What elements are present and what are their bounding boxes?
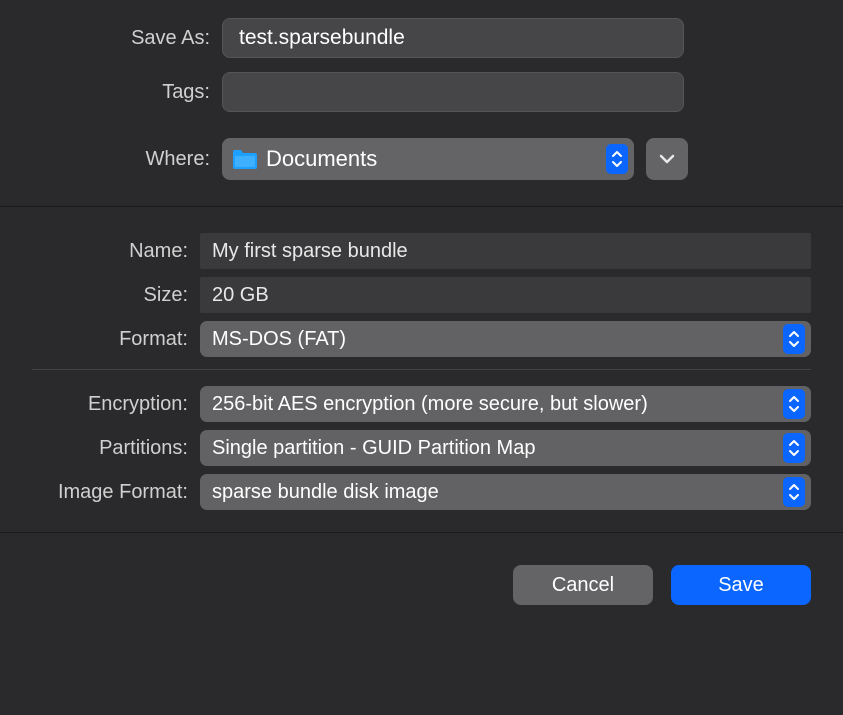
name-label: Name: <box>32 240 200 263</box>
updown-icon <box>783 477 805 507</box>
encryption-label: Encryption: <box>32 393 200 416</box>
format-label: Format: <box>32 328 200 351</box>
chevron-down-icon <box>659 154 675 164</box>
divider <box>32 369 811 370</box>
where-label: Where: <box>32 148 222 171</box>
encryption-select[interactable]: 256-bit AES encryption (more secure, but… <box>200 386 811 422</box>
partitions-select[interactable]: Single partition - GUID Partition Map <box>200 430 811 466</box>
where-value: Documents <box>266 146 606 172</box>
updown-icon <box>783 324 805 354</box>
image-format-value: sparse bundle disk image <box>212 481 783 504</box>
format-select[interactable]: MS-DOS (FAT) <box>200 321 811 357</box>
partitions-label: Partitions: <box>32 437 200 460</box>
image-format-label: Image Format: <box>32 481 200 504</box>
encryption-value: 256-bit AES encryption (more secure, but… <box>212 393 783 416</box>
save-panel-top: Save As: Tags: Where: Documents <box>0 0 843 206</box>
size-input[interactable] <box>200 277 811 313</box>
size-label: Size: <box>32 284 200 307</box>
folder-icon <box>232 148 258 170</box>
where-select[interactable]: Documents <box>222 138 634 180</box>
options-panel: Name: Size: Format: MS-DOS (FAT) Encrypt… <box>0 206 843 532</box>
button-panel: Cancel Save <box>0 532 843 605</box>
partitions-value: Single partition - GUID Partition Map <box>212 437 783 460</box>
save-button[interactable]: Save <box>671 565 811 605</box>
updown-icon <box>783 433 805 463</box>
name-input[interactable] <box>200 233 811 269</box>
tags-label: Tags: <box>32 81 222 104</box>
expand-button[interactable] <box>646 138 688 180</box>
updown-icon <box>783 389 805 419</box>
save-as-label: Save As: <box>32 27 222 50</box>
image-format-select[interactable]: sparse bundle disk image <box>200 474 811 510</box>
tags-input[interactable] <box>222 72 684 112</box>
cancel-button[interactable]: Cancel <box>513 565 653 605</box>
save-as-input[interactable] <box>222 18 684 58</box>
format-value: MS-DOS (FAT) <box>212 328 783 351</box>
updown-icon <box>606 144 628 174</box>
